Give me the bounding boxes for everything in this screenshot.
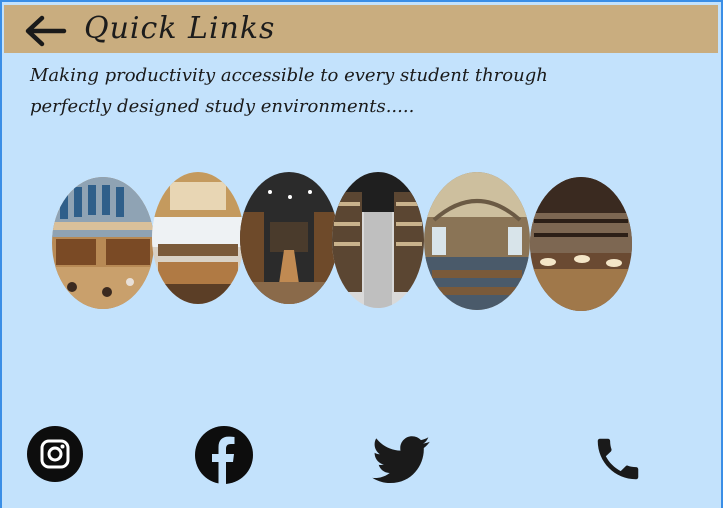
facebook-icon [195, 426, 253, 484]
facebook-button[interactable] [195, 426, 253, 484]
tagline-text: Making productivity accessible to every … [30, 65, 548, 117]
library-gallery [52, 172, 637, 312]
phone-button[interactable] [590, 432, 646, 486]
back-button[interactable] [22, 13, 68, 49]
library-skylight-hall-photo[interactable] [152, 172, 244, 304]
header-bar: Quick Links [4, 5, 718, 53]
phone-icon [597, 438, 639, 480]
instagram-button[interactable] [27, 426, 83, 482]
twitter-button[interactable] [372, 436, 430, 484]
library-dark-ceiling-reading-tables-photo[interactable] [240, 172, 338, 304]
arrow-left-icon [25, 15, 67, 47]
page-title: Quick Links [84, 11, 276, 46]
library-grand-domed-reading-room-photo[interactable] [424, 172, 530, 310]
page-frame: Quick Links Making productivity accessib… [0, 0, 723, 508]
library-classic-reading-room-lamps-photo[interactable] [530, 177, 632, 311]
instagram-icon [27, 426, 83, 482]
library-tall-bookshelves-aisle-photo[interactable] [332, 172, 424, 308]
library-atrium-photo[interactable] [52, 177, 154, 309]
twitter-icon [372, 436, 430, 484]
